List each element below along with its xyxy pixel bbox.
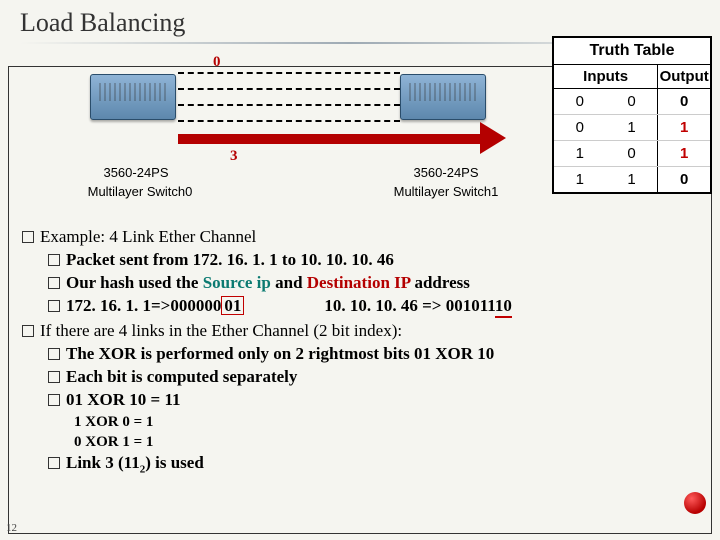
tt-cell: 0	[606, 141, 659, 166]
page-number: 12	[6, 522, 17, 534]
tt-output: 0	[658, 89, 710, 114]
bullet-box-icon	[48, 300, 60, 312]
tt-cell: 1	[606, 167, 659, 192]
truth-table: Truth Table Inputs Output 0 0 0 0 1 1 1 …	[552, 36, 712, 194]
link-line-1	[178, 88, 400, 90]
truth-table-header: Inputs Output	[554, 65, 710, 89]
tt-cell: 0	[554, 89, 606, 114]
tt-output: 1	[658, 115, 710, 140]
text-and: and	[271, 273, 307, 292]
link-index-bottom: 3	[230, 148, 238, 165]
bullet-packet: Packet sent from 172. 16. 1. 1 to 10. 10…	[48, 249, 700, 272]
bullet-binary: 172. 16. 1. 1=>00000001 10. 10. 10. 46 =…	[48, 295, 700, 318]
link-index-top: 0	[213, 54, 221, 71]
bullet-box-icon	[48, 254, 60, 266]
text-packet: Packet sent from 172. 16. 1. 1 to 10. 10…	[66, 250, 394, 269]
dst-last-two-bits: 10	[495, 296, 512, 318]
text-hash-pre: Our hash used the	[66, 273, 203, 292]
table-row: 1 0 1	[554, 141, 710, 167]
bullet-box-icon	[48, 371, 60, 383]
link-line-0	[178, 72, 400, 74]
text-dstip-bin-pre: 10. 10. 10. 46 => 001011	[324, 296, 495, 315]
tt-cell: 1	[606, 115, 659, 140]
bullet-calc-1: 1 XOR 0 = 1	[74, 412, 700, 432]
text-xor-result: 01 XOR 10 = 11	[66, 390, 181, 409]
truth-table-title: Truth Table	[554, 38, 710, 65]
text-if-4-links: If there are 4 links in the Ether Channe…	[40, 321, 402, 340]
tt-output: 0	[658, 167, 710, 192]
text-example: Example: 4 Link Ether Channel	[40, 227, 256, 246]
bullet-xor-two-bits: The XOR is performed only on 2 rightmost…	[48, 343, 700, 366]
switch-right-model: 3560-24PS	[406, 165, 486, 180]
red-dot-icon	[684, 492, 706, 514]
text-link3-post: ) is used	[145, 453, 204, 472]
bullet-example: Example: 4 Link Ether Channel	[22, 226, 700, 249]
slide-title: Load Balancing	[20, 8, 700, 38]
content-body: Example: 4 Link Ether Channel Packet sen…	[20, 226, 700, 477]
bullet-box-icon	[48, 457, 60, 469]
bullet-if-4-links: If there are 4 links in the Ether Channe…	[22, 320, 700, 343]
bullet-hash: Our hash used the Source ip and Destinat…	[48, 272, 700, 295]
text-dest-ip: Destination IP	[307, 273, 410, 292]
link-line-3	[178, 120, 400, 122]
selected-link-arrow	[178, 134, 488, 144]
text-link3-pre: Link 3 (11	[66, 453, 140, 472]
tt-cell: 1	[554, 141, 606, 166]
bullet-box-icon	[48, 348, 60, 360]
text-each-bit: Each bit is computed separately	[66, 367, 297, 386]
table-row: 0 1 1	[554, 115, 710, 141]
text-srcip-bin-tail: 000000	[170, 296, 221, 315]
src-last-two-bits: 01	[221, 296, 244, 315]
link-line-2	[178, 104, 400, 106]
text-address: address	[410, 273, 470, 292]
bullet-box-icon	[48, 277, 60, 289]
switch-right-label: Multilayer Switch1	[386, 184, 506, 199]
truth-table-head-inputs: Inputs	[554, 65, 658, 88]
switch-left-label: Multilayer Switch0	[80, 184, 200, 199]
bullet-calc-2: 0 XOR 1 = 1	[74, 432, 700, 452]
bullet-xor-result: 01 XOR 10 = 11	[48, 389, 700, 412]
bullet-box-icon	[22, 231, 34, 243]
bullet-link-used: Link 3 (112) is used	[48, 452, 700, 477]
table-row: 1 1 0	[554, 167, 710, 192]
tt-cell: 0	[606, 89, 659, 114]
tt-output: 1	[658, 141, 710, 166]
bullet-box-icon	[22, 325, 34, 337]
text-source-ip: Source ip	[203, 273, 271, 292]
bullet-box-icon	[48, 394, 60, 406]
switch-left-icon	[90, 74, 176, 120]
tt-cell: 0	[554, 115, 606, 140]
switch-right-icon	[400, 74, 486, 120]
etherchannel-links	[178, 72, 400, 122]
truth-table-head-output: Output	[658, 65, 710, 88]
text-xor-two-bits: The XOR is performed only on 2 rightmost…	[66, 344, 494, 363]
text-srcip-bin-pre: 172. 16. 1. 1=>	[66, 296, 170, 315]
arrow-head-icon	[480, 122, 506, 154]
table-row: 0 0 0	[554, 89, 710, 115]
tt-cell: 1	[554, 167, 606, 192]
bullet-each-bit: Each bit is computed separately	[48, 366, 700, 389]
switch-left-model: 3560-24PS	[96, 165, 176, 180]
